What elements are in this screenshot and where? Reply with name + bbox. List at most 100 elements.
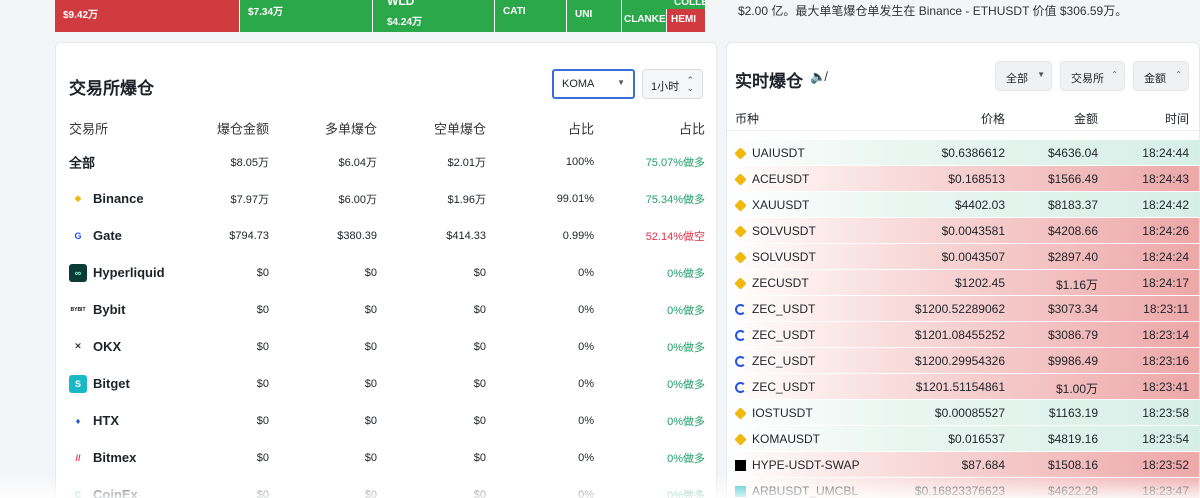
exchange-row[interactable]: ♦ HTX $0 $0 $0 0% 0%做多 [69, 402, 705, 439]
header-share[interactable]: 占比 [568, 119, 594, 138]
share-percent: 0.99% [562, 229, 594, 242]
exchange-logo-icon: ✕ [69, 337, 87, 356]
exchange-name-text: Hyperliquid [93, 265, 165, 280]
amount-cell: $1163.19 [1048, 406, 1098, 420]
liquidation-row[interactable]: ZECUSDT $1202.45 $1.16万 18:24:17 [727, 270, 1199, 296]
exchange-icon [734, 146, 747, 160]
time-range-select[interactable]: 1小时 ⌃ ⌄ [642, 69, 703, 99]
exchange-logo-icon: S [69, 374, 87, 393]
heatmap-tile[interactable]: COLLE [622, 0, 706, 9]
amount-cell: $8183.37 [1047, 198, 1098, 212]
liquidation-row[interactable]: XAUUSDT $4402.03 $8183.37 18:24:42 [727, 192, 1199, 218]
time-cell: 18:24:24 [1142, 250, 1189, 264]
exchange-row[interactable]: ◆ Binance $7.97万 $6.00万 $1.96万 99.01% 75.… [69, 180, 705, 217]
long-short-ratio: 0%做多 [667, 415, 705, 428]
symbol-text: ZEC_USDT [752, 380, 816, 394]
long-liquidation: $0 [364, 303, 377, 316]
header-symbol: 币种 [735, 112, 760, 126]
header-long[interactable]: 多单爆仓 [325, 119, 377, 138]
exchange-row[interactable]: S Bitget $0 $0 $0 0% 0%做多 [69, 365, 705, 402]
exchange-row[interactable]: 全部 $8.05万 $6.04万 $2.01万 100% 75.07%做多 [69, 143, 705, 180]
liquidation-row[interactable]: UAIUSDT $0.6386612 $4636.04 18:24:44 [727, 140, 1199, 166]
chevron-down-icon: ▼ [617, 78, 625, 87]
header-time: 时间 [1164, 112, 1189, 126]
realtime-liquidation-panel: 实时爆仓 🔈̸ 全部 ▼ 交易所 ⌃ 金额 ⌃ 币种 价格 金额 时间 UAIU… [726, 42, 1200, 498]
liquidation-row[interactable]: ZEC_USDT $1201.08455252 $3086.79 18:23:1… [727, 322, 1199, 348]
exchange-logo-icon: BYBIT [69, 300, 87, 319]
exchange-icon [734, 432, 747, 446]
heatmap-tile-label: COLLE [674, 0, 706, 8]
liquidation-row[interactable]: ACEUSDT $0.168513 $1566.49 18:24:43 [727, 166, 1199, 192]
heatmap-tile-label: CATI [503, 6, 526, 17]
filter-exchange-button[interactable]: 交易所 ⌃ [1060, 61, 1125, 91]
exchange-row[interactable]: ✕ OKX $0 $0 $0 0% 0%做多 [69, 328, 705, 365]
amount-cell: $1.16万 [1055, 278, 1098, 292]
share-percent: 100% [565, 155, 594, 168]
amount-cell: $3073.34 [1047, 302, 1098, 316]
symbol-cell: ACEUSDT [734, 172, 809, 186]
liquidation-row[interactable]: SOLVUSDT $0.0043581 $4208.66 18:24:26 [727, 218, 1199, 244]
share-percent: 0% [578, 340, 594, 353]
exchange-icon [734, 224, 747, 238]
price-cell: $1202.45 [954, 276, 1005, 290]
exchange-name: // Bitmex [69, 448, 136, 467]
amount-cell: $3086.79 [1047, 328, 1098, 342]
long-liquidation: $6.00万 [338, 193, 377, 206]
symbol-text: ZEC_USDT [752, 302, 816, 316]
header-short[interactable]: 空单爆仓 [434, 119, 486, 138]
price-cell: $0.0043507 [941, 250, 1005, 264]
liquidation-row[interactable]: ZEC_USDT $1200.29954326 $9986.49 18:23:1… [727, 348, 1199, 374]
exchange-name: ✕ OKX [69, 337, 121, 356]
price-cell: $0.6386612 [941, 146, 1005, 160]
heatmap-tile[interactable]: WLD $4.24万 [373, 0, 495, 32]
heatmap-tile[interactable]: $7.34万 [240, 0, 373, 32]
exchange-row[interactable]: BYBIT Bybit $0 $0 $0 0% 0%做多 [69, 291, 705, 328]
chevron-updown-icon: ⌃ [1175, 70, 1182, 79]
sound-mute-icon[interactable]: 🔈̸ [810, 69, 826, 85]
heatmap-tile[interactable]: HEMI [667, 9, 706, 32]
filter-all-button[interactable]: 全部 ▼ [995, 61, 1052, 91]
exchange-icon [734, 276, 747, 290]
time-cell: 18:23:58 [1142, 406, 1189, 420]
heatmap-tile-label: $4.24万 [387, 17, 423, 28]
header-ratio[interactable]: 占比 [679, 119, 705, 138]
exchange-table: 交易所 爆仓金额 多单爆仓 空单爆仓 占比 占比 全部 $8.05万 $6.04… [69, 113, 705, 498]
price-cell: $1200.52289062 [914, 302, 1005, 316]
header-exchange: 交易所 [69, 121, 109, 137]
symbol-cell: ZEC_USDT [735, 354, 815, 368]
symbol-cell: SOLVUSDT [734, 224, 816, 238]
symbol-cell: ZECUSDT [734, 276, 809, 290]
symbol-cell: ZEC_USDT [735, 380, 815, 394]
liquidation-row[interactable]: IOSTUSDT $0.00085527 $1163.19 18:23:58 [727, 400, 1199, 426]
long-short-ratio: 52.14%做空 [645, 230, 705, 243]
exchange-row[interactable]: // Bitmex $0 $0 $0 0% 0%做多 [69, 439, 705, 476]
time-cell: 18:23:11 [1143, 302, 1189, 316]
long-short-ratio: 0%做多 [667, 452, 705, 465]
liquidation-row[interactable]: ZEC_USDT $1200.52289062 $3073.34 18:23:1… [727, 296, 1199, 322]
price-cell: $0.168513 [948, 172, 1005, 186]
header-total[interactable]: 爆仓金额 [217, 119, 269, 138]
time-cell: 18:23:14 [1142, 328, 1189, 342]
liquidation-row[interactable]: ZEC_USDT $1201.51154861 $1.00万 18:23:41 [727, 374, 1199, 400]
liquidation-row[interactable]: KOMAUSDT $0.016537 $4819.16 18:23:54 [727, 426, 1199, 452]
realtime-table-header: 币种 价格 金额 时间 [727, 103, 1199, 131]
exchange-row[interactable]: G Gate $794.73 $380.39 $414.33 0.99% 52.1… [69, 217, 705, 254]
exchange-icon [734, 406, 747, 420]
heatmap-tile-label: $7.34万 [248, 7, 284, 18]
long-liquidation: $0 [364, 414, 377, 427]
heatmap-tile[interactable]: CATI [495, 0, 567, 32]
heatmap-tile[interactable]: UNI [567, 0, 622, 32]
share-percent: 0% [578, 414, 594, 427]
symbol-text: KOMAUSDT [752, 432, 821, 446]
symbol-text: ZEC_USDT [752, 328, 816, 342]
heatmap-tile[interactable]: $9.42万 [55, 0, 240, 32]
liquidation-row[interactable]: SOLVUSDT $0.0043507 $2897.40 18:24:24 [727, 244, 1199, 270]
share-percent: 99.01% [556, 192, 594, 205]
heatmap-tile[interactable]: CLANKE [622, 9, 667, 32]
chevron-updown-icon: ⌃ [1111, 70, 1118, 79]
coin-select[interactable]: KOMA ▼ [552, 69, 635, 99]
exchange-row[interactable]: ∞ Hyperliquid $0 $0 $0 0% 0%做多 [69, 254, 705, 291]
filter-amount-button[interactable]: 金额 ⌃ [1133, 61, 1189, 91]
share-percent: 0% [578, 303, 594, 316]
long-liquidation: $6.04万 [338, 156, 377, 169]
